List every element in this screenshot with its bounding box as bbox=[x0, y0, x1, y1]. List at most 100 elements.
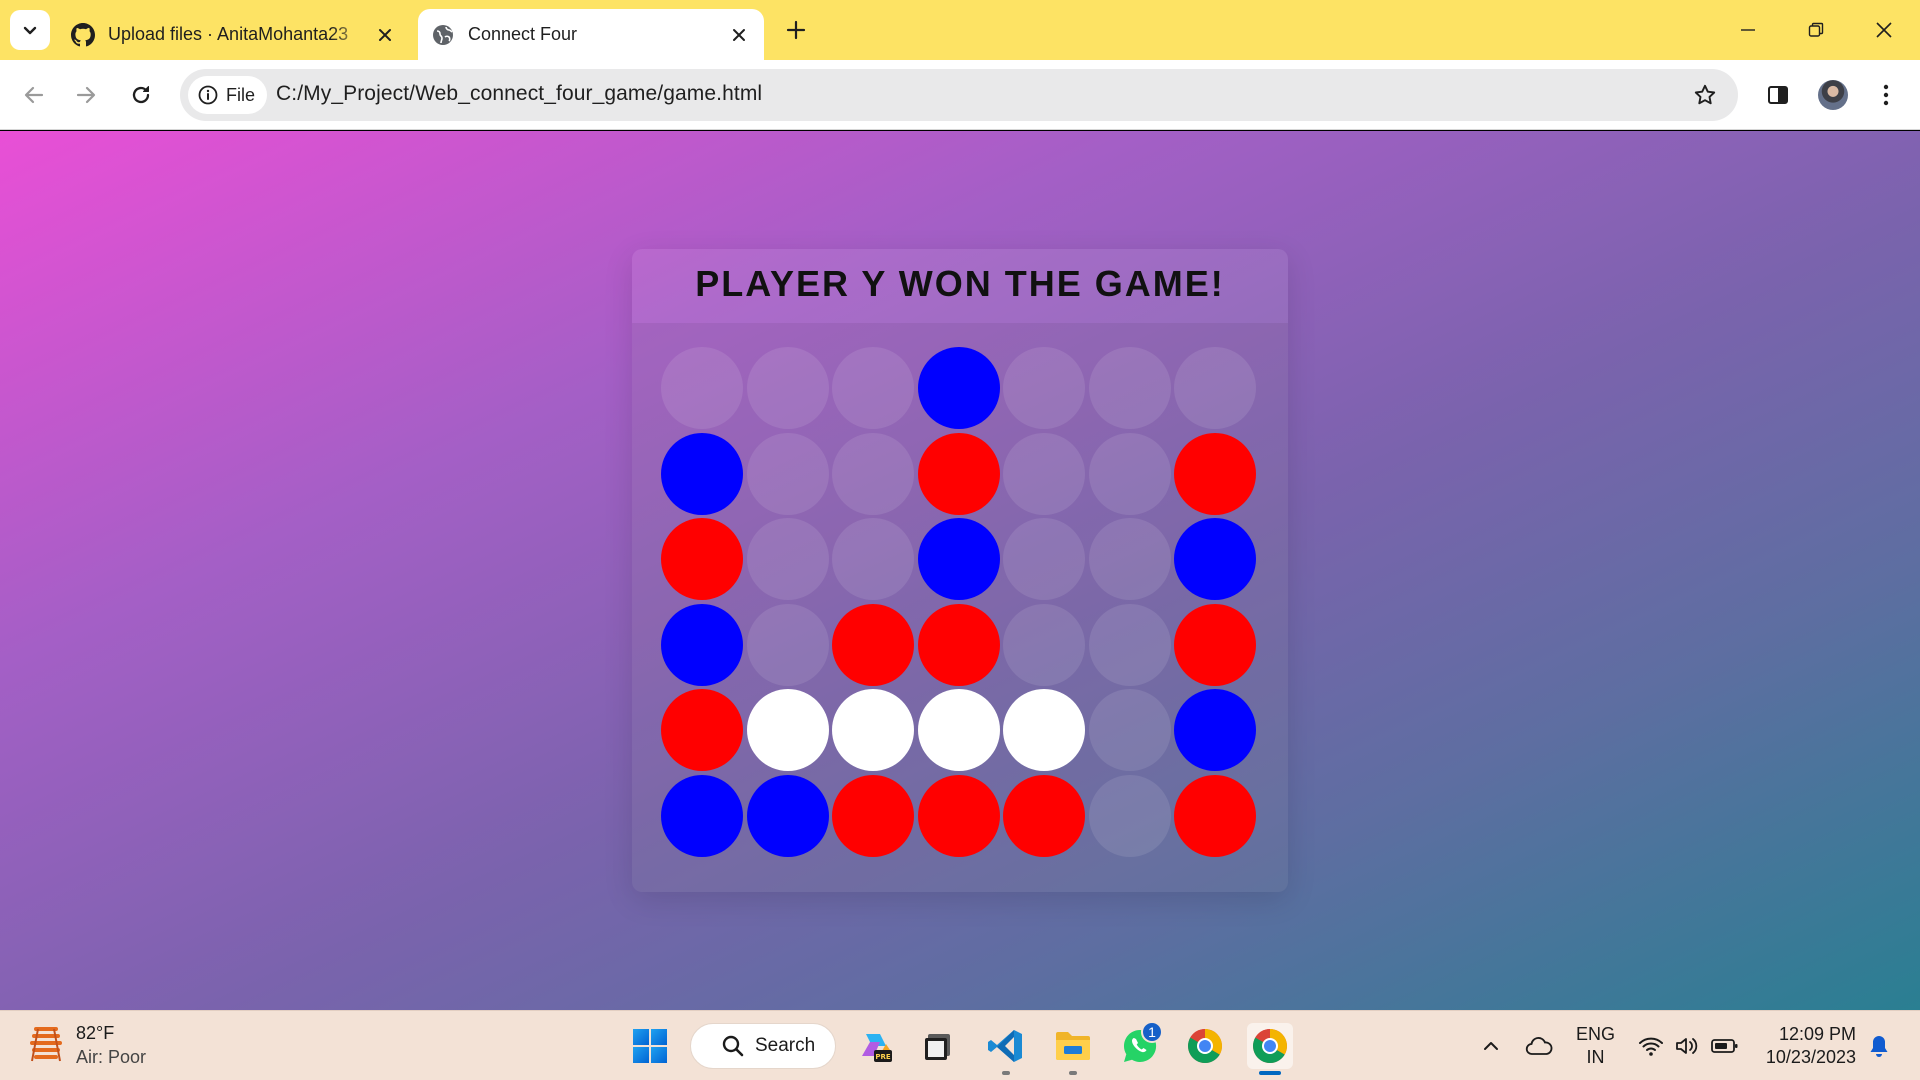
reload-icon bbox=[132, 86, 150, 104]
github-icon bbox=[70, 22, 96, 48]
browser-menu-button[interactable] bbox=[1866, 75, 1906, 115]
back-button[interactable] bbox=[14, 75, 54, 115]
svg-text:PRE: PRE bbox=[875, 1053, 891, 1061]
game-piece[interactable] bbox=[832, 689, 914, 771]
game-piece[interactable] bbox=[661, 518, 743, 600]
tab-title: Connect Four bbox=[468, 24, 578, 44]
game-piece[interactable] bbox=[917, 518, 1000, 600]
chrome-icon bbox=[1188, 1029, 1222, 1063]
taskbar-chrome-profile[interactable] bbox=[1247, 1023, 1293, 1075]
forward-button[interactable] bbox=[66, 75, 106, 115]
empty-slot[interactable] bbox=[832, 518, 914, 600]
taskbar-chrome[interactable] bbox=[1182, 1023, 1228, 1069]
empty-slot[interactable] bbox=[746, 432, 829, 515]
game-piece[interactable] bbox=[661, 774, 743, 857]
game-piece[interactable] bbox=[661, 603, 743, 686]
clock-date: 10/23/2023 bbox=[1765, 1047, 1856, 1067]
game-piece[interactable] bbox=[1174, 603, 1256, 686]
empty-slot[interactable] bbox=[1174, 347, 1256, 429]
game-piece[interactable] bbox=[832, 774, 914, 857]
browser-toolbar: File C:/My_Project/Web_connect_four_game… bbox=[0, 60, 1920, 130]
windows-taskbar: 82°F Air: Poor Search PRE 1 ENG IN 12:09… bbox=[0, 1010, 1920, 1080]
empty-slot[interactable] bbox=[1003, 432, 1085, 515]
taskbar-file-app[interactable] bbox=[915, 1023, 961, 1069]
game-piece[interactable] bbox=[1174, 518, 1256, 600]
game-piece[interactable] bbox=[917, 603, 1000, 686]
info-icon bbox=[198, 85, 218, 105]
reload-button[interactable] bbox=[121, 75, 161, 115]
taskbar-file-explorer[interactable] bbox=[1050, 1023, 1096, 1075]
game-piece[interactable] bbox=[1174, 774, 1256, 857]
weather-widget[interactable]: 82°F Air: Poor bbox=[28, 1021, 146, 1069]
profile-button[interactable] bbox=[1813, 75, 1853, 115]
restore-button[interactable] bbox=[1794, 10, 1838, 50]
show-hidden-icons-button[interactable] bbox=[1476, 1031, 1506, 1061]
empty-slot[interactable] bbox=[832, 347, 914, 429]
empty-slot[interactable] bbox=[1088, 774, 1171, 857]
taskbar-vscode[interactable] bbox=[983, 1023, 1029, 1075]
empty-slot[interactable] bbox=[1003, 518, 1085, 600]
weather-temperature: 82°F bbox=[76, 1023, 115, 1043]
notifications-button[interactable] bbox=[1864, 1031, 1894, 1061]
empty-slot[interactable] bbox=[746, 347, 829, 429]
tab-search-button[interactable] bbox=[10, 10, 50, 50]
tab-upload-files[interactable]: Upload files · AnitaMohanta23 bbox=[60, 9, 410, 60]
side-panel-button[interactable] bbox=[1758, 75, 1798, 115]
address-bar[interactable]: File C:/My_Project/Web_connect_four_game… bbox=[180, 69, 1738, 121]
empty-slot[interactable] bbox=[1003, 603, 1085, 686]
taskbar-whatsapp[interactable]: 1 bbox=[1117, 1021, 1163, 1069]
notification-badge: 1 bbox=[1141, 1021, 1163, 1043]
game-piece[interactable] bbox=[746, 774, 829, 857]
tab-connect-four[interactable]: Connect Four bbox=[418, 9, 764, 60]
onedrive-button[interactable] bbox=[1524, 1031, 1554, 1061]
taskbar-copilot[interactable]: PRE bbox=[853, 1023, 899, 1069]
start-button[interactable] bbox=[627, 1023, 673, 1069]
empty-slot[interactable] bbox=[1088, 518, 1171, 600]
empty-slot[interactable] bbox=[661, 347, 743, 429]
game-piece[interactable] bbox=[832, 603, 914, 686]
system-clock[interactable]: 12:09 PM 10/23/2023 bbox=[1758, 1023, 1856, 1069]
game-piece[interactable] bbox=[917, 774, 1000, 857]
game-piece[interactable] bbox=[1174, 689, 1256, 771]
game-piece[interactable] bbox=[917, 347, 1000, 429]
chevron-down-icon bbox=[23, 26, 37, 35]
game-container: PLAYER Y WON THE GAME! bbox=[632, 249, 1288, 892]
game-piece[interactable] bbox=[661, 689, 743, 771]
url-text[interactable]: C:/My_Project/Web_connect_four_game/game… bbox=[276, 82, 762, 106]
wifi-icon bbox=[1639, 1037, 1663, 1056]
minimize-icon bbox=[1741, 29, 1755, 31]
game-piece[interactable] bbox=[1003, 689, 1085, 771]
close-tab-icon[interactable] bbox=[724, 20, 754, 50]
empty-slot[interactable] bbox=[746, 518, 829, 600]
empty-slot[interactable] bbox=[1088, 347, 1171, 429]
game-piece[interactable] bbox=[1174, 432, 1256, 515]
empty-slot[interactable] bbox=[832, 432, 914, 515]
network-button[interactable] bbox=[1636, 1031, 1666, 1061]
game-piece[interactable] bbox=[746, 689, 829, 771]
volume-button[interactable] bbox=[1672, 1031, 1702, 1061]
tab-title: Upload files · AnitaMohanta23 bbox=[108, 24, 349, 44]
close-tab-icon[interactable] bbox=[370, 20, 400, 50]
empty-slot[interactable] bbox=[1088, 689, 1171, 771]
bookmark-star-icon[interactable] bbox=[1690, 80, 1720, 110]
game-piece[interactable] bbox=[917, 432, 1000, 515]
close-window-button[interactable] bbox=[1862, 10, 1906, 50]
game-piece[interactable] bbox=[1003, 774, 1085, 857]
folder-icon bbox=[1056, 1032, 1090, 1060]
new-tab-button[interactable] bbox=[780, 14, 812, 46]
empty-slot[interactable] bbox=[746, 603, 829, 686]
game-piece[interactable] bbox=[917, 689, 1000, 771]
site-info-chip[interactable]: File bbox=[188, 76, 268, 114]
language-indicator[interactable]: ENG IN bbox=[1576, 1023, 1615, 1069]
air-quality-label: Air: Poor bbox=[76, 1047, 147, 1067]
battery-button[interactable] bbox=[1710, 1031, 1740, 1061]
minimize-button[interactable] bbox=[1726, 10, 1770, 50]
empty-slot[interactable] bbox=[1088, 603, 1171, 686]
empty-slot[interactable] bbox=[1003, 347, 1085, 429]
game-piece[interactable] bbox=[661, 432, 743, 515]
page-viewport: PLAYER Y WON THE GAME! bbox=[0, 131, 1920, 1010]
taskbar-search[interactable]: Search bbox=[690, 1023, 836, 1069]
speaker-icon bbox=[1676, 1038, 1698, 1054]
empty-slot[interactable] bbox=[1088, 432, 1171, 515]
bell-icon bbox=[1870, 1036, 1888, 1057]
